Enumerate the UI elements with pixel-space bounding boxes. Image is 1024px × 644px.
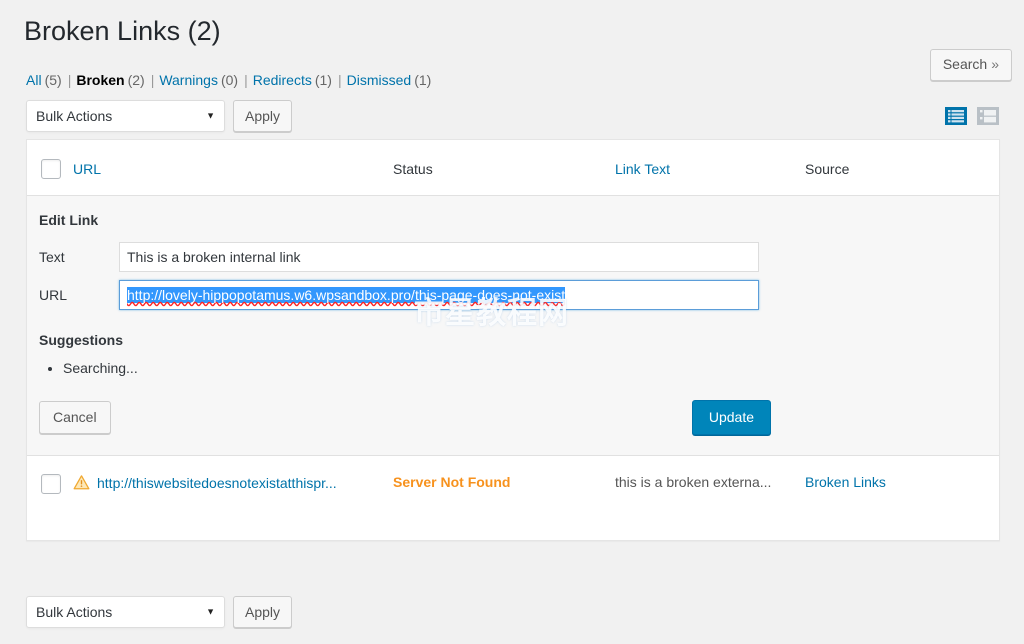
row-source-cell: Broken Links: [805, 474, 999, 490]
edit-link-heading: Edit Link: [39, 212, 99, 228]
apply-button-bottom[interactable]: Apply: [233, 596, 293, 628]
tablenav-bottom: Bulk Actions ▼ Apply: [26, 596, 293, 628]
column-header-url-link[interactable]: URL: [73, 161, 101, 177]
filter-separator: |: [244, 72, 248, 88]
detail-view-icon-glyph: [977, 107, 999, 125]
chevron-down-icon: ▼: [206, 606, 215, 617]
cancel-button[interactable]: Cancel: [39, 401, 111, 434]
edit-url-input-value: http://lovely-hippopotamus.w6.wpsandbox.…: [127, 287, 566, 303]
inline-edit-link-form: Edit Link Text This is a broken internal…: [27, 196, 999, 456]
table-header-row: URL Status Link Text Source: [27, 140, 999, 196]
warning-triangle-icon: [73, 475, 90, 490]
column-header-link-text: Link Text: [615, 161, 805, 177]
search-button[interactable]: Search»: [929, 49, 1012, 81]
column-header-status-label: Status: [393, 160, 433, 177]
suggestions-list-item: Searching...: [63, 358, 999, 378]
bulk-actions-select-top[interactable]: Bulk Actions ▼: [26, 100, 225, 132]
filter-link-warnings[interactable]: Warnings: [159, 72, 218, 88]
chevron-down-icon: ▼: [206, 110, 215, 121]
filter-link-all[interactable]: All: [26, 72, 42, 88]
edit-text-field-row: Text This is a broken internal link: [27, 242, 999, 280]
column-header-link-text-link[interactable]: Link Text: [615, 161, 670, 177]
edit-text-input-value: This is a broken internal link: [127, 249, 301, 265]
page-title: Broken Links (2): [24, 16, 221, 46]
table-row: http://thiswebsitedoesnotexistatthispr..…: [27, 456, 999, 540]
search-button-label: Search: [942, 56, 988, 72]
bulk-actions-value-top: Bulk Actions: [36, 108, 113, 124]
filter-separator: |: [337, 72, 342, 88]
edit-url-input[interactable]: http://lovely-hippopotamus.w6.wpsandbox.…: [119, 280, 759, 310]
column-header-url: URL: [73, 161, 393, 177]
filter-separator: |: [67, 72, 72, 88]
edit-text-input[interactable]: This is a broken internal link: [119, 242, 759, 272]
view-switcher: [944, 104, 1000, 128]
edit-link-actions: Cancel Update: [39, 378, 771, 435]
row-select-cell: [27, 474, 73, 494]
column-header-status: Status: [393, 161, 615, 177]
select-all-cell: [27, 158, 73, 179]
apply-button-top[interactable]: Apply: [233, 100, 293, 132]
detail-view-icon[interactable]: [976, 104, 1000, 128]
column-header-source-label: Source: [805, 160, 850, 177]
row-status: Server Not Found: [393, 474, 511, 490]
filter-link-redirects[interactable]: Redirects: [253, 72, 312, 88]
double-chevron-right-icon: »: [991, 56, 999, 72]
filter-count-broken: (2): [127, 72, 145, 88]
edit-url-label: URL: [39, 287, 68, 303]
filter-count-warnings: (0): [220, 72, 239, 88]
update-button[interactable]: Update: [691, 400, 771, 435]
suggestions-list: Searching...: [27, 358, 999, 378]
select-all-checkbox[interactable]: [41, 158, 61, 179]
row-source-link[interactable]: Broken Links: [805, 474, 886, 490]
tablenav-top: Bulk Actions ▼ Apply: [26, 100, 293, 132]
edit-text-label: Text: [39, 249, 65, 265]
filter-count-dismissed: (1): [414, 72, 432, 88]
bulk-actions-value-bottom: Bulk Actions: [36, 604, 113, 620]
bulk-actions-select-bottom[interactable]: Bulk Actions ▼: [26, 596, 225, 628]
row-link-text: this is a broken externa...: [615, 474, 772, 490]
filter-count-redirects: (1): [314, 72, 332, 88]
row-url-link[interactable]: http://thiswebsitedoesnotexistatthispr..…: [97, 475, 337, 491]
filter-link-broken[interactable]: Broken: [76, 72, 124, 88]
column-header-source: Source: [805, 161, 999, 177]
list-view-icon[interactable]: [944, 104, 968, 128]
filter-count-all: (5): [44, 72, 62, 88]
row-url-cell: http://thiswebsitedoesnotexistatthispr..…: [73, 474, 393, 491]
row-select-checkbox[interactable]: [41, 474, 61, 494]
suggestions-heading: Suggestions: [39, 332, 124, 348]
filter-separator: |: [150, 72, 155, 88]
edit-url-field-row: URL http://lovely-hippopotamus.w6.wpsand…: [27, 280, 999, 318]
filter-link-dismissed[interactable]: Dismissed: [347, 72, 412, 88]
status-filter-bar: All (5) | Broken (2) | Warnings (0) | Redirects (1…: [26, 71, 431, 89]
broken-links-table: URL Status Link Text Source Edit Link Te…: [26, 139, 1000, 541]
list-view-icon-glyph: [945, 107, 967, 125]
